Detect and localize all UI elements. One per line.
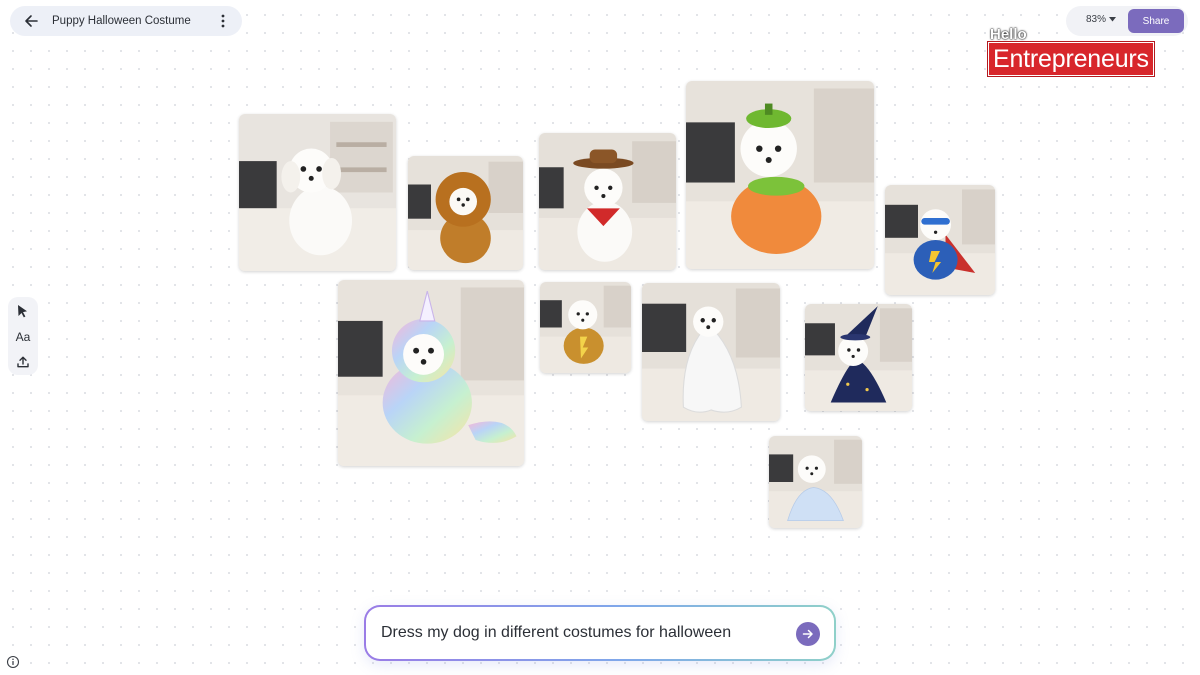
zoom-level: 83% [1086, 14, 1107, 25]
info-icon[interactable] [6, 655, 20, 669]
puppy-lion-image[interactable] [408, 156, 523, 270]
puppy-princess-image[interactable] [769, 436, 862, 528]
prompt-input[interactable]: Dress my dog in different costumes for h… [364, 605, 836, 661]
puppy-ghost-image[interactable] [642, 283, 780, 421]
puppy-superhero-image[interactable] [885, 185, 995, 295]
puppy-wizard-image[interactable] [805, 304, 912, 411]
cursor-arrow-icon[interactable] [13, 301, 33, 321]
puppy-jacket-image[interactable] [540, 282, 631, 373]
more-vertical-icon[interactable] [214, 10, 232, 32]
logo-hello-text: Hello [990, 26, 1027, 43]
puppy-plain-image[interactable] [239, 114, 396, 271]
prompt-text[interactable]: Dress my dog in different costumes for h… [381, 624, 731, 642]
watermark-logo: Hello Entrepreneurs [988, 26, 1168, 78]
arrow-left-icon[interactable] [20, 10, 42, 32]
text-icon[interactable]: Aa [13, 327, 33, 347]
zoom-dropdown[interactable]: 83% [1086, 14, 1117, 25]
caret-down-icon [1109, 17, 1117, 22]
left-toolbar: Aa [8, 297, 38, 375]
logo-brand-text: Entrepreneurs [988, 42, 1154, 76]
upload-icon[interactable] [13, 352, 33, 372]
canvas-title-bar: Puppy Halloween Costume [10, 6, 242, 36]
text-tool-label: Aa [15, 330, 31, 344]
arrow-right-circle-icon[interactable] [796, 622, 820, 646]
canvas-title[interactable]: Puppy Halloween Costume [52, 15, 214, 27]
puppy-unicorn-image[interactable] [338, 280, 524, 466]
puppy-pumpkin-image[interactable] [686, 81, 874, 269]
puppy-cowboy-image[interactable] [539, 133, 676, 270]
